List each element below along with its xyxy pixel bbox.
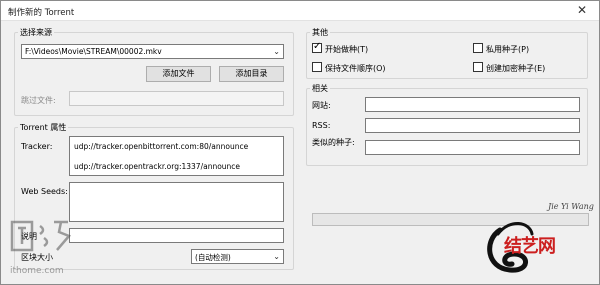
- private-torrent-label[interactable]: 私用种子(P): [486, 44, 529, 55]
- web-seeds-textarea[interactable]: [69, 182, 284, 222]
- encrypted-torrent-checkbox[interactable]: [473, 62, 483, 72]
- website-label: 网站:: [312, 101, 331, 110]
- ithome-watermark-text: ithome.com: [10, 266, 64, 276]
- private-torrent-checkbox[interactable]: [473, 43, 483, 53]
- other-legend: 其他: [312, 28, 328, 37]
- tracker-line: udp://tracker.openbittorrent.com:80/anno…: [74, 142, 249, 151]
- tracker-label: Tracker:: [21, 142, 53, 151]
- chevron-down-icon: ⌄: [273, 252, 280, 261]
- chevron-down-icon: ⌄: [273, 47, 280, 56]
- encrypted-torrent-label[interactable]: 创建加密种子(E): [486, 63, 545, 74]
- tracker-line: udp://tracker.opentrackr.org:1337/announ…: [74, 162, 241, 171]
- title-bar[interactable]: 制作新的 Torrent ✕: [1, 1, 599, 21]
- rss-input[interactable]: [365, 118, 580, 133]
- start-seeding-label[interactable]: 开始做种(T): [325, 44, 368, 55]
- ithome-watermark: ithome.com: [10, 218, 100, 280]
- tracker-textarea[interactable]: udp://tracker.openbittorrent.com:80/anno…: [69, 136, 284, 176]
- piece-size-value: (自动检测): [195, 253, 231, 262]
- related-legend: 相关: [312, 84, 328, 93]
- start-seeding-checkbox[interactable]: [312, 41, 322, 53]
- source-path-combo[interactable]: F:\Videos\Movie\STREAM\00002.mkv ⌄: [21, 44, 284, 59]
- source-legend: 选择来源: [20, 28, 52, 37]
- skip-files-label: 跳过文件:: [21, 96, 56, 105]
- rss-label: RSS:: [312, 121, 331, 130]
- close-icon[interactable]: ✕: [569, 2, 595, 19]
- add-directory-button[interactable]: 添加目录: [219, 66, 284, 82]
- torrent-properties-legend: Torrent 属性: [20, 123, 67, 132]
- jieyiwang-logo-text: 结艺网: [504, 236, 556, 257]
- jieyiwang-watermark: Jie Yi Wang 结艺网: [480, 200, 598, 284]
- web-seeds-label: Web Seeds:: [21, 187, 68, 196]
- source-path-value: F:\Videos\Movie\STREAM\00002.mkv: [25, 47, 162, 56]
- website-input[interactable]: [365, 97, 580, 112]
- comment-input[interactable]: [69, 228, 284, 243]
- add-file-button[interactable]: 添加文件: [146, 66, 211, 82]
- similar-torrents-input[interactable]: [365, 140, 580, 155]
- skip-files-input[interactable]: [69, 91, 284, 106]
- keep-file-order-label[interactable]: 保持文件顺序(O): [325, 63, 386, 74]
- similar-torrents-label: 类似的种子:: [312, 138, 355, 147]
- window-title: 制作新的 Torrent: [8, 8, 75, 18]
- keep-file-order-checkbox[interactable]: [312, 62, 322, 72]
- piece-size-select[interactable]: (自动检测) ⌄: [191, 249, 284, 264]
